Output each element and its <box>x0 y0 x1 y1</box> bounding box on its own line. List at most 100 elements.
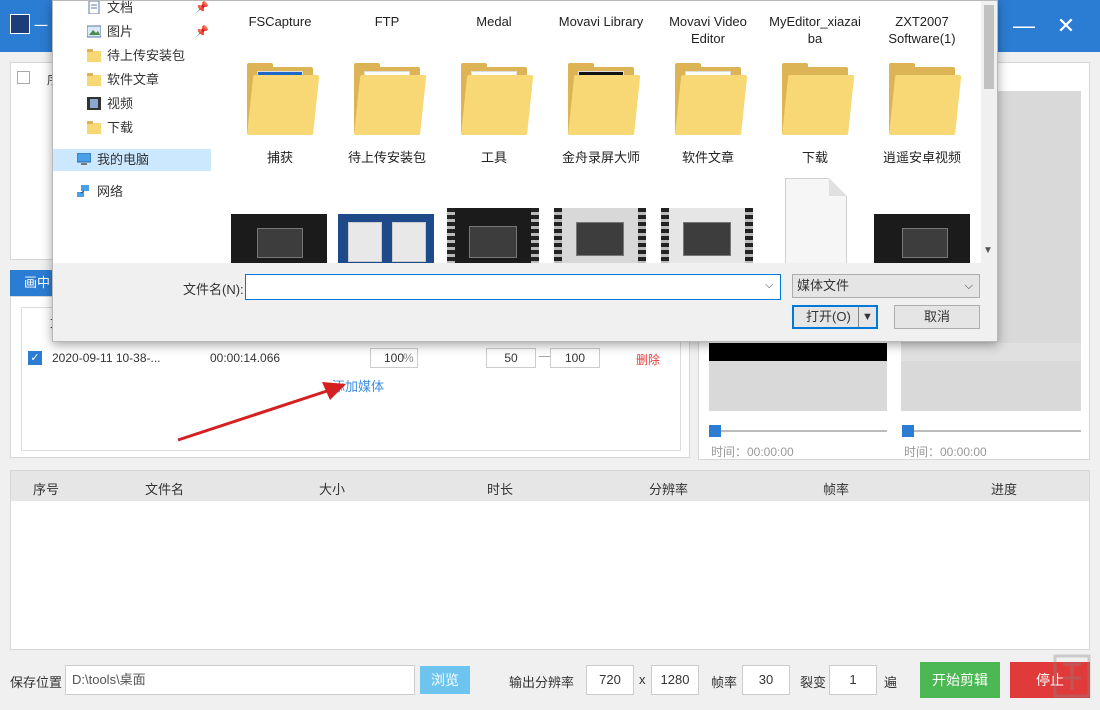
file-open-dialog: 文档 📌 图片 📌 待上传安装包 软件文章 视频 下载 我的电脑 网络 FSCa… <box>52 0 998 342</box>
filmstrip-edge <box>531 208 539 263</box>
nav-item-downloads[interactable]: 下载 <box>53 117 211 139</box>
folder-icon[interactable] <box>568 63 641 135</box>
split-label: 裂变 <box>800 675 827 690</box>
open-button[interactable]: 打开(O) ▼ <box>792 305 878 329</box>
clip-name: 2020-09-11 10-38-... <box>52 351 161 365</box>
save-path-input[interactable]: D:\tools\桌面 <box>65 665 415 695</box>
thumbnail-window <box>902 228 948 258</box>
col-fps: 帧率 <box>823 482 850 497</box>
nav-item-network[interactable]: 网络 <box>53 181 211 203</box>
preview-left-taskbar <box>709 343 887 361</box>
chevron-down-icon: ⌵ <box>964 280 973 292</box>
nav-item-pending-upload[interactable]: 待上传安装包 <box>53 45 211 67</box>
nav-item-pictures[interactable]: 图片 📌 <box>53 21 211 43</box>
folder-label[interactable]: 待上传安装包 <box>334 149 440 166</box>
folder-icon <box>87 49 101 62</box>
folder-icon[interactable] <box>354 63 427 135</box>
resolution-height-input[interactable]: 1280 <box>651 665 699 695</box>
file-item[interactable]: ZXT2007 Software(1) <box>869 13 975 47</box>
tab-picture-in-picture[interactable]: 画中 <box>10 270 54 296</box>
open-button-divider <box>858 307 859 327</box>
browse-button[interactable]: 浏览 <box>420 666 470 694</box>
video-thumbnail[interactable] <box>874 214 970 263</box>
nav-item-software-articles[interactable]: 软件文章 <box>53 69 211 91</box>
minimize-button[interactable]: — <box>1010 12 1038 40</box>
table-header: 序号 文件名 大小 时长 分辨率 帧率 进度 <box>11 471 1089 501</box>
file-item[interactable]: FSCapture <box>227 13 333 30</box>
thumbnail-window <box>257 228 303 258</box>
close-button[interactable]: ✕ <box>1052 12 1080 40</box>
clip-checkbox[interactable]: ✓ <box>28 351 42 365</box>
start-input[interactable]: 50 <box>486 348 536 368</box>
col-size: 大小 <box>319 482 346 497</box>
preview-left-slider[interactable] <box>711 430 887 432</box>
delete-link[interactable]: 删除 <box>636 351 660 368</box>
col-index: 序号 <box>33 482 60 497</box>
nav-item-label: 下载 <box>107 120 134 135</box>
video-thumbnail[interactable] <box>338 214 434 263</box>
resolution-x-label: x <box>639 672 646 687</box>
nav-item-documents[interactable]: 文档 📌 <box>53 0 211 19</box>
fps-label: 帧率 <box>711 675 738 690</box>
scroll-down-icon[interactable]: ▼ <box>983 245 993 256</box>
end-input[interactable]: 100 <box>550 348 600 368</box>
filmstrip-edge <box>554 208 562 263</box>
video-thumbnail[interactable] <box>231 214 327 263</box>
nav-item-label: 待上传安装包 <box>107 48 186 63</box>
col-duration: 时长 <box>487 482 514 497</box>
file-item[interactable]: MyEditor_xiazai ba <box>762 13 868 47</box>
filename-label: 文件名(N): <box>183 282 244 297</box>
folder-label[interactable]: 逍遥安卓视频 <box>869 149 975 166</box>
filename-history-chevron-icon[interactable]: ⌵ <box>765 279 773 292</box>
preview-right-slider-knob[interactable] <box>902 425 914 437</box>
scale-value: 100 <box>383 351 405 365</box>
bottom-toolbar: 保存位置 D:\tools\桌面 浏览 输出分辨率 720 x 1280 帧率 … <box>0 660 1100 710</box>
clip-duration: 00:00:14.066 <box>210 351 281 365</box>
select-all-checkbox[interactable] <box>17 71 30 84</box>
folder-icon[interactable] <box>889 63 962 135</box>
folder-label[interactable]: 软件文章 <box>655 149 761 166</box>
file-list-pane: FSCapture FTP Medal Movavi Library Movav… <box>211 1 981 263</box>
preview-left-time: 时间：00:00:00 <box>711 445 794 459</box>
folder-label[interactable]: 金舟录屏大师 <box>548 149 654 166</box>
scrollbar-thumb[interactable] <box>984 5 994 89</box>
file-item[interactable]: Movavi Video Editor <box>655 13 761 47</box>
fps-input[interactable]: 30 <box>742 665 790 695</box>
nav-item-label: 文档 <box>107 0 134 15</box>
file-item[interactable]: Medal <box>441 13 547 30</box>
preview-left-slider-knob[interactable] <box>709 425 721 437</box>
folder-icon[interactable] <box>675 63 748 135</box>
folder-icon[interactable] <box>461 63 534 135</box>
nav-item-label: 视频 <box>107 96 134 111</box>
folder-label[interactable]: 下载 <box>762 149 868 166</box>
col-resolution: 分辨率 <box>649 482 689 497</box>
annotation-arrow <box>177 382 346 442</box>
split-count-input[interactable]: 1 <box>829 665 877 695</box>
cancel-button[interactable]: 取消 <box>894 305 980 329</box>
nav-item-videos[interactable]: 视频 <box>53 93 211 115</box>
file-item[interactable]: FTP <box>334 13 440 30</box>
app-title: 一 <box>34 18 48 34</box>
folder-icon <box>87 73 101 86</box>
folder-icon[interactable] <box>247 63 320 135</box>
folder-label[interactable]: 捕获 <box>227 149 333 166</box>
video-thumbnail[interactable] <box>661 208 753 263</box>
thumbnail-window <box>348 222 382 262</box>
folder-label[interactable]: 工具 <box>441 149 547 166</box>
file-icon[interactable] <box>785 178 847 263</box>
resolution-width-input[interactable]: 720 <box>586 665 634 695</box>
filmstrip-edge <box>447 208 455 263</box>
filetype-select[interactable]: 媒体文件 ⌵ <box>792 274 980 298</box>
nav-item-my-computer[interactable]: 我的电脑 <box>53 149 211 171</box>
document-icon <box>88 1 100 14</box>
file-item[interactable]: Movavi Library <box>548 13 654 30</box>
file-list-scrollbar[interactable]: ▼ <box>981 1 997 263</box>
video-thumbnail[interactable] <box>554 208 646 263</box>
thumbnail-window <box>683 222 731 256</box>
folder-icon[interactable] <box>782 63 855 135</box>
filename-input[interactable] <box>245 274 781 300</box>
preview-right-slider[interactable] <box>903 430 1081 432</box>
pin-icon: 📌 <box>195 26 209 38</box>
open-options-icon[interactable]: ▼ <box>862 307 873 327</box>
video-thumbnail[interactable] <box>447 208 539 263</box>
